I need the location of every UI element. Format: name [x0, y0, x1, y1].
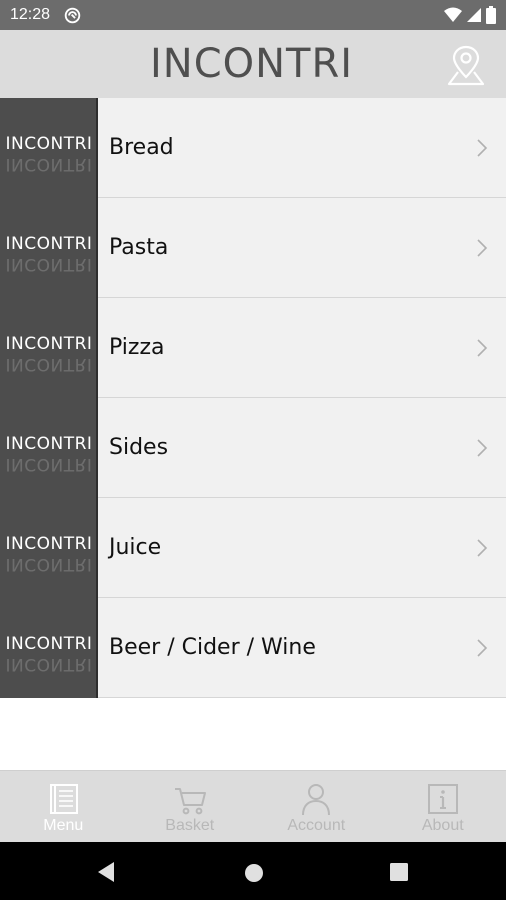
home-icon[interactable] [244, 863, 264, 883]
menu-item-beer-cider-wine[interactable]: INCONTRI INCONTRI Beer / Cider / Wine [0, 598, 506, 698]
back-icon[interactable] [96, 861, 116, 883]
tab-label: About [421, 817, 464, 834]
thumbnail-logo-reflection: INCONTRI [5, 654, 93, 674]
tab-label: Basket [165, 817, 215, 834]
thumbnail-logo: INCONTRI [5, 634, 93, 654]
thumbnail-logo-reflection: INCONTRI [5, 554, 93, 574]
menu-item-sides[interactable]: INCONTRI INCONTRI Sides [0, 398, 506, 498]
menu-item-label: Sides [109, 435, 169, 460]
menu-item-bread[interactable]: INCONTRI INCONTRI Bread [0, 98, 506, 198]
recents-icon[interactable] [390, 863, 408, 881]
category-thumbnail: INCONTRI INCONTRI [0, 398, 98, 498]
category-thumbnail: INCONTRI INCONTRI [0, 498, 98, 598]
brand-logo: INCONTRI [150, 41, 354, 87]
cart-icon [174, 788, 206, 815]
thumbnail-logo: INCONTRI [5, 234, 93, 254]
status-time: 12:28 [10, 6, 51, 23]
chevron-right-icon [476, 198, 506, 297]
chevron-right-icon [476, 498, 506, 597]
thumbnail-logo: INCONTRI [5, 434, 93, 454]
system-nav-bar [0, 842, 506, 900]
location-pin-icon[interactable] [446, 44, 486, 86]
thumbnail-logo-reflection: INCONTRI [5, 154, 93, 174]
thumbnail-logo-reflection: INCONTRI [5, 354, 93, 374]
chevron-right-icon [476, 98, 506, 197]
tab-menu[interactable]: Menu [0, 771, 127, 842]
status-bar: 12:28 [0, 0, 506, 30]
battery-icon [486, 6, 496, 24]
thumbnail-logo-reflection: INCONTRI [5, 254, 93, 274]
signal-icon [467, 8, 481, 22]
thumbnail-logo: INCONTRI [5, 534, 93, 554]
menu-item-pizza[interactable]: INCONTRI INCONTRI Pizza [0, 298, 506, 398]
bottom-tab-bar: Menu Basket Account About [0, 770, 506, 842]
menu-book-icon [50, 784, 79, 814]
menu-item-label: Pasta [109, 235, 169, 260]
chevron-right-icon [476, 598, 506, 697]
thumbnail-logo: INCONTRI [5, 134, 93, 154]
app-notification-icon [64, 7, 81, 23]
tab-label: Menu [43, 817, 84, 834]
menu-item-juice[interactable]: INCONTRI INCONTRI Juice [0, 498, 506, 598]
category-thumbnail: INCONTRI INCONTRI [0, 598, 98, 698]
category-thumbnail: INCONTRI INCONTRI [0, 198, 98, 298]
info-icon [427, 784, 458, 814]
app-header: INCONTRI [0, 30, 506, 98]
tab-account[interactable]: Account [253, 771, 380, 842]
menu-item-label: Bread [109, 135, 174, 160]
menu-item-pasta[interactable]: INCONTRI INCONTRI Pasta [0, 198, 506, 298]
menu-item-label: Juice [109, 535, 162, 560]
menu-category-list: INCONTRI INCONTRI Bread INCONTRI INCONTR… [0, 98, 506, 698]
person-icon [302, 784, 331, 816]
menu-item-label: Beer / Cider / Wine [109, 635, 316, 660]
chevron-right-icon [476, 298, 506, 397]
chevron-right-icon [476, 398, 506, 497]
tab-about[interactable]: About [380, 771, 506, 842]
tab-basket[interactable]: Basket [127, 771, 254, 842]
menu-item-label: Pizza [109, 335, 165, 360]
thumbnail-logo: INCONTRI [5, 334, 93, 354]
category-thumbnail: INCONTRI INCONTRI [0, 98, 98, 198]
thumbnail-logo-reflection: INCONTRI [5, 454, 93, 474]
tab-label: Account [287, 817, 346, 834]
category-thumbnail: INCONTRI INCONTRI [0, 298, 98, 398]
wifi-icon [444, 7, 462, 22]
